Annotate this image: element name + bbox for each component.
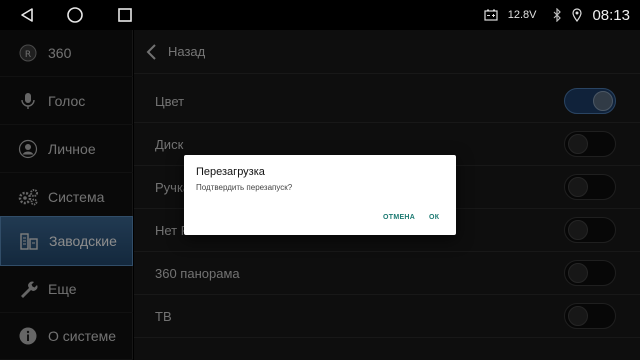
triangle-back-icon xyxy=(21,8,33,22)
voltage-text: 12.8V xyxy=(507,9,537,21)
square-recents-icon xyxy=(118,8,132,22)
cancel-button[interactable]: ОТМЕНА xyxy=(383,214,415,221)
bluetooth-icon xyxy=(554,8,562,22)
status-bar: 12.8V 08:13 xyxy=(0,0,640,30)
recents-nav-button[interactable] xyxy=(112,3,138,27)
location-pin-icon xyxy=(572,8,583,22)
status-indicators: 12.8V 08:13 xyxy=(484,0,630,30)
ok-button[interactable]: ОК xyxy=(429,214,439,221)
dialog-title: Перезагрузка xyxy=(196,166,265,178)
home-nav-button[interactable] xyxy=(62,3,88,27)
back-nav-button[interactable] xyxy=(14,3,40,27)
dialog-message: Подтвердить перезапуск? xyxy=(196,183,293,192)
battery-icon xyxy=(484,9,498,21)
clock-time: 08:13 xyxy=(592,6,630,24)
reboot-dialog: Перезагрузка Подтвердить перезапуск? ОТМ… xyxy=(184,155,456,235)
circle-home-icon xyxy=(67,7,83,23)
